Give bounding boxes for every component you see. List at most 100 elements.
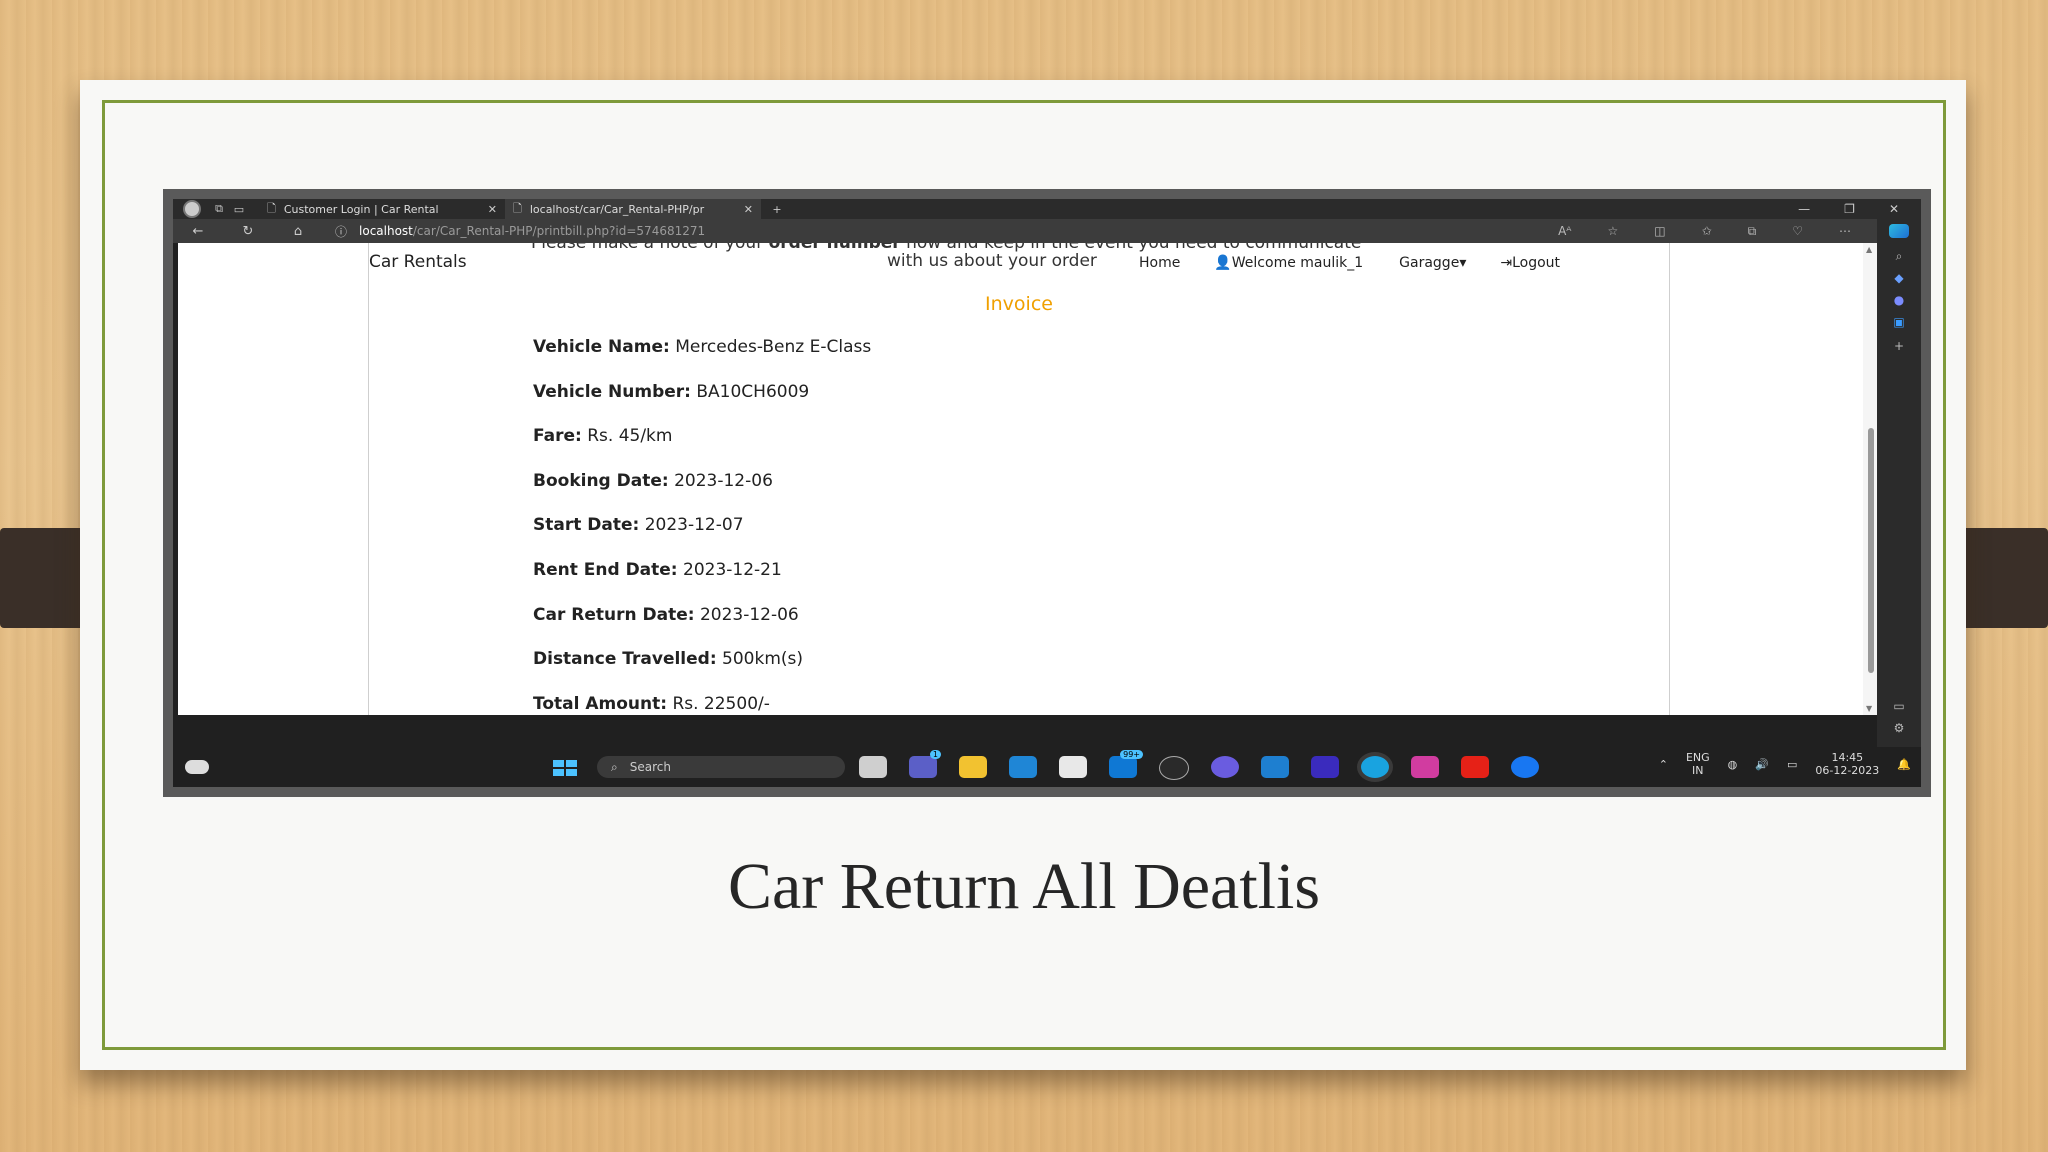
browser-window: ⧉ ▭ 🗋 Customer Login | Car Rental ✕ 🗋 lo…	[173, 199, 1921, 787]
dell-icon[interactable]	[1159, 756, 1189, 780]
field-value: Rs. 45/km	[587, 426, 673, 447]
tab-printbill[interactable]: 🗋 localhost/car/Car_Rental-PHP/pr ✕	[505, 199, 761, 219]
creative-app-icon[interactable]	[1411, 756, 1439, 778]
invoice-row: Car Return Date: 2023-12-06	[533, 605, 871, 650]
field-value: Mercedes-Benz E-Class	[675, 337, 872, 357]
hide-sidebar-icon[interactable]: ▭	[1889, 699, 1909, 713]
store-icon[interactable]	[1059, 756, 1087, 778]
page-icon: 🗋	[513, 201, 522, 215]
page-icon: 🗋	[267, 201, 276, 215]
slide-caption: Car Return All Deatlis	[727, 850, 1321, 923]
nav-welcome[interactable]: 👤 Welcome maulik_1	[1214, 255, 1363, 271]
outlook-icon[interactable]: ▣	[1889, 315, 1909, 329]
start-icon[interactable]	[553, 760, 577, 776]
copilot-app-icon[interactable]	[1211, 756, 1239, 778]
favorite-star-icon[interactable]: ☆	[1607, 224, 1618, 239]
teams-icon[interactable]: 1	[909, 750, 941, 778]
field-label: Fare:	[533, 426, 582, 447]
vscode-icon[interactable]	[1009, 756, 1037, 778]
favorites-icon[interactable]: ✩	[1702, 224, 1712, 239]
read-aloud-icon[interactable]: Aᴬ	[1558, 224, 1571, 239]
file-explorer-icon[interactable]	[959, 756, 987, 778]
windows-taskbar: ⌕ Search 1 99+ ⌃ ENG IN ◍ 🔊 ▭ 14:45 06-1…	[173, 747, 1921, 787]
lang-bottom: IN	[1692, 764, 1704, 777]
language-indicator[interactable]: ENG IN	[1686, 751, 1710, 777]
network-icon[interactable]: ◍	[1728, 758, 1738, 771]
new-tab-button[interactable]: +	[767, 199, 787, 219]
field-value: BA10CH6009	[696, 381, 810, 402]
workspaces-icon[interactable]: ⧉	[209, 199, 229, 219]
close-tab-icon[interactable]: ✕	[744, 203, 753, 216]
vertical-scrollbar[interactable]: ▲ ▼	[1863, 243, 1877, 715]
field-value: 2023-12-07	[644, 515, 744, 536]
facebook-icon[interactable]	[1511, 756, 1539, 778]
volume-icon[interactable]: 🔊	[1755, 758, 1769, 771]
terminal-icon[interactable]	[1261, 756, 1289, 778]
scroll-thumb[interactable]	[1868, 428, 1874, 673]
weather-icon[interactable]	[185, 760, 209, 774]
add-sidebar-app-icon[interactable]: +	[1889, 339, 1909, 353]
nav-logout-label: Logout	[1512, 255, 1561, 271]
field-label: Start Date:	[533, 515, 640, 536]
sidebar-settings-icon[interactable]: ⚙	[1889, 721, 1909, 735]
user-icon: 👤	[1214, 255, 1232, 271]
back-icon[interactable]: ←	[173, 224, 223, 239]
invoice-row: Fare: Rs. 45/km	[533, 426, 871, 471]
nav-garage[interactable]: Garagge ▾	[1399, 255, 1466, 271]
split-screen-icon[interactable]: ◫	[1654, 224, 1665, 239]
task-view-icon[interactable]	[859, 756, 887, 778]
collections-icon[interactable]: ⧉	[1748, 224, 1757, 239]
scroll-up-icon[interactable]: ▲	[1866, 245, 1872, 254]
slide-border: ⧉ ▭ 🗋 Customer Login | Car Rental ✕ 🗋 lo…	[102, 100, 1946, 1050]
close-tab-icon[interactable]: ✕	[488, 203, 497, 216]
tray-chevron-icon[interactable]: ⌃	[1659, 758, 1668, 771]
nav-logout[interactable]: ⇥ Logout	[1500, 255, 1560, 271]
restore-icon[interactable]: ❐	[1844, 202, 1855, 216]
field-value: 2023-12-21	[683, 559, 782, 580]
taskbar-apps: 1 99+	[859, 750, 1539, 780]
refresh-icon[interactable]: ↻	[223, 224, 273, 239]
youtube-icon[interactable]	[1461, 756, 1489, 778]
search-icon[interactable]: ⌕	[1889, 249, 1909, 263]
mail-badge: 99+	[1120, 750, 1143, 759]
field-label: Car Return Date:	[533, 604, 695, 625]
order-note-line-2: with us about your order	[887, 251, 1097, 271]
field-value: 2023-12-06	[699, 604, 799, 625]
taskbar-search[interactable]: ⌕ Search	[597, 756, 845, 778]
url-field[interactable]: ⓘ localhost/car/Car_Rental-PHP/printbill…	[323, 223, 1558, 240]
battery-icon[interactable]: ▭	[1787, 758, 1797, 771]
field-label: Vehicle Number:	[533, 381, 691, 402]
nav-home[interactable]: Home	[1139, 255, 1180, 271]
note-part: Please make a note of your	[531, 243, 769, 253]
notification-bell-icon[interactable]: 🔔	[1897, 758, 1911, 771]
field-label: Booking Date:	[533, 470, 669, 491]
mail-icon[interactable]: 99+	[1109, 750, 1143, 778]
minimize-icon[interactable]: —	[1798, 202, 1810, 216]
site-info-icon[interactable]: ⓘ	[335, 223, 347, 240]
presentation-slide: ⧉ ▭ 🗋 Customer Login | Car Rental ✕ 🗋 lo…	[80, 80, 1966, 1070]
tab-actions-icon[interactable]: ▭	[229, 199, 249, 219]
copilot-icon[interactable]: c	[1889, 224, 1909, 238]
taskbar-search-label: Search	[629, 760, 671, 774]
prime-video-icon[interactable]	[1311, 756, 1339, 778]
close-window-icon[interactable]: ✕	[1889, 202, 1899, 216]
caret-down-icon: ▾	[1459, 255, 1467, 271]
field-value: 500km(s)	[722, 649, 804, 670]
invoice-row: Vehicle Name: Mercedes-Benz E-Class	[533, 337, 871, 382]
tab-customer-login[interactable]: 🗋 Customer Login | Car Rental ✕	[259, 199, 505, 219]
scroll-down-icon[interactable]: ▼	[1866, 704, 1872, 713]
field-label: Rent End Date:	[533, 559, 678, 580]
games-icon[interactable]: ●	[1889, 293, 1909, 307]
more-menu-icon[interactable]: ⋯	[1839, 224, 1851, 239]
home-icon[interactable]: ⌂	[273, 224, 323, 239]
browser-essentials-icon[interactable]: ♡	[1792, 224, 1803, 239]
clock-time: 14:45	[1831, 751, 1864, 764]
shopping-icon[interactable]: ◆	[1889, 271, 1909, 285]
edge-icon[interactable]	[1361, 756, 1389, 778]
site-brand[interactable]: Car Rentals	[369, 252, 467, 272]
profile-avatar[interactable]	[183, 200, 201, 218]
invoice-row: Distance Travelled: 500km(s)	[533, 649, 871, 694]
clock[interactable]: 14:45 06-12-2023	[1815, 751, 1879, 777]
invoice-heading: Invoice	[985, 293, 1053, 315]
teams-badge: 1	[929, 750, 941, 759]
